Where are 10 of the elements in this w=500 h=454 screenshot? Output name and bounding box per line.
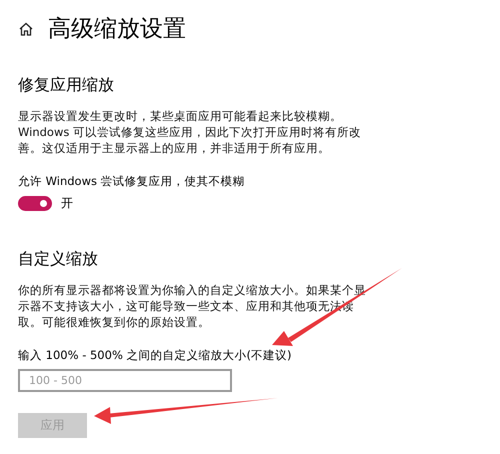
toggle-switch[interactable] xyxy=(18,196,52,211)
section-description: 显示器设置发生更改时，某些桌面应用可能看起来比较模糊。Windows 可以尝试修复这些应用，因此下次打开应用时将有所改善。这仅适用于主显示器上的应用，并非适用于所有应用。 xyxy=(18,108,362,156)
toggle-label: 允许 Windows 尝试修复应用，使其不模糊 xyxy=(18,173,246,189)
toggle-state-text: 开 xyxy=(61,195,73,212)
home-icon[interactable] xyxy=(18,21,34,37)
field-label: 输入 100% - 500% 之间的自定义缩放大小(不建议) xyxy=(18,347,292,363)
scale-input-field[interactable]: 100 - 500 xyxy=(18,369,232,392)
section-heading: 自定义缩放 xyxy=(18,248,99,270)
page-title: 高级缩放设置 xyxy=(48,15,186,44)
section-heading: 修复应用缩放 xyxy=(18,74,115,96)
